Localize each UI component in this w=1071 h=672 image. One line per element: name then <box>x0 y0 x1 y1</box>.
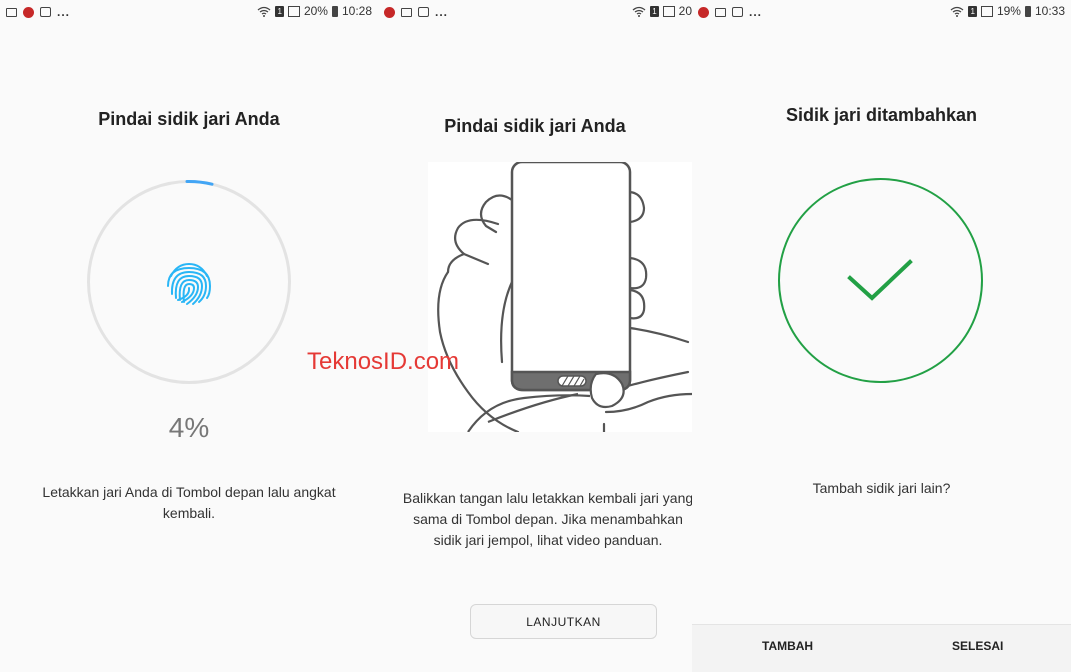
system-icons: 1 20 <box>632 4 692 18</box>
checkmark-icon <box>847 259 913 301</box>
add-button[interactable]: TAMBAH <box>762 639 813 653</box>
notification-icons: ... <box>6 5 70 19</box>
done-button[interactable]: SELESAI <box>952 639 1003 653</box>
more-notifications: ... <box>749 5 763 19</box>
wifi-icon <box>632 6 646 17</box>
more-notifications: ... <box>435 5 449 19</box>
signal-icon <box>662 5 675 17</box>
battery-percent: 19% <box>996 4 1021 18</box>
image-icon <box>401 7 412 17</box>
wifi-icon <box>258 6 271 17</box>
store-icon <box>418 7 429 17</box>
more-notifications: ... <box>57 5 71 19</box>
page-title: Sidik jari ditambahkan <box>785 105 978 125</box>
page-title: Pindai sidik jari Anda <box>98 109 280 129</box>
instruction-text: Balikkan tangan lalu letakkan kembali ja… <box>402 490 692 548</box>
hand-holding-phone-illustration <box>428 162 692 432</box>
status-bar: ... 1 19% 10:33 <box>692 0 1071 24</box>
store-icon <box>40 7 51 17</box>
scan-screen-instructions: ... 1 20 Pindai sidik jari Anda Balikkan… <box>378 0 692 672</box>
watermark-text: TeknosID.com <box>307 348 460 375</box>
system-icons: 1 19% 10:33 <box>950 4 1065 18</box>
app-notification-icon <box>384 6 395 18</box>
clock: 10:33 <box>1034 4 1065 18</box>
clock: 10:28 <box>341 4 372 18</box>
battery-percent-partial: 20 <box>678 4 692 18</box>
image-icon <box>6 7 17 17</box>
sim-icon: 1 <box>968 5 977 17</box>
continue-button[interactable]: LANJUTKAN <box>470 604 657 639</box>
progress-percent: 4% <box>168 412 210 443</box>
fingerprint-added-screen: ... 1 19% 10:33 Sidik jari ditambahkan T… <box>692 0 1071 672</box>
notification-icons: ... <box>698 5 762 19</box>
store-icon <box>732 7 743 17</box>
status-bar: ... 1 20% 10:28 <box>0 0 378 24</box>
battery-icon <box>331 5 338 17</box>
add-another-prompt: Tambah sidik jari lain? <box>812 480 951 496</box>
app-notification-icon <box>698 6 709 18</box>
battery-percent: 20% <box>303 4 328 18</box>
instruction-text: Letakkan jari Anda di Tombol depan lalu … <box>42 484 336 521</box>
sim-icon: 1 <box>650 5 659 17</box>
signal-icon <box>287 5 300 17</box>
page-title: Pindai sidik jari Anda <box>444 116 626 136</box>
wifi-icon <box>951 6 964 17</box>
scan-screen-progress: ... 1 20% 10:28 Pindai sidik jari Anda 4… <box>0 0 378 672</box>
app-notification-icon <box>23 6 34 18</box>
signal-icon <box>980 5 993 17</box>
status-bar: ... 1 20 <box>378 0 692 24</box>
battery-icon <box>1024 5 1031 17</box>
fingerprint-icon <box>167 262 212 305</box>
image-icon <box>715 7 726 17</box>
bottom-action-bar: TAMBAH SELESAI <box>692 624 1071 672</box>
notification-icons: ... <box>384 5 448 19</box>
sim-icon: 1 <box>275 5 284 17</box>
system-icons: 1 20% 10:28 <box>257 4 372 18</box>
